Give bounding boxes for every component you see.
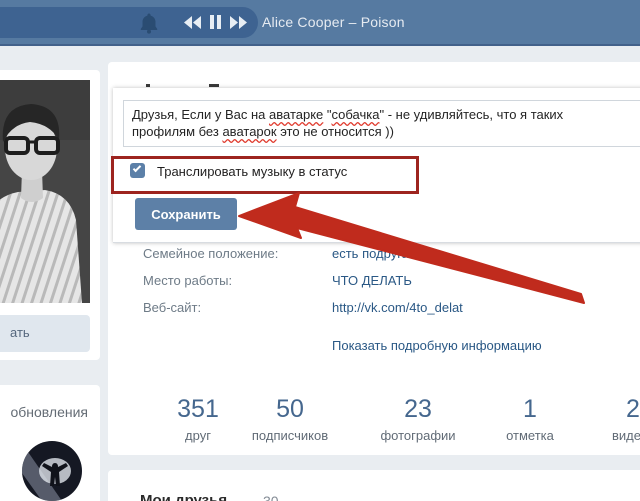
save-button[interactable]: Сохранить [135, 198, 237, 230]
status-textarea[interactable]: Друзья, Если у Вас на аватарке "собачка"… [123, 100, 640, 147]
vk-profile-page: Alice Cooper – Poison ать обновления Дру… [0, 0, 640, 501]
show-detailed-info-link[interactable]: Показать подробную информацию [332, 338, 542, 353]
annotation-highlight-box [111, 156, 419, 194]
bell-icon[interactable] [139, 12, 159, 34]
fast-forward-icon[interactable] [230, 15, 247, 29]
rewind-icon[interactable] [184, 15, 201, 29]
audio-player-controls [184, 15, 247, 29]
pause-icon[interactable] [210, 15, 221, 29]
now-playing-title[interactable]: Alice Cooper – Poison [262, 14, 405, 30]
detail-value-website[interactable]: http://vk.com/4to_delat [332, 300, 463, 315]
counter-tags[interactable]: 1 отметка [480, 395, 580, 443]
detail-label-workplace: Место работы: [143, 273, 233, 288]
update-photo-thumbnail[interactable] [22, 441, 82, 501]
counter-followers[interactable]: 50 подписчиков [230, 395, 350, 443]
sidebar-action-button[interactable]: ать [0, 315, 90, 352]
clipped-profile-name-fragment [209, 84, 219, 87]
clipped-profile-name-fragment [146, 84, 150, 87]
photo-updates-heading[interactable]: обновления [0, 404, 88, 420]
counter-photos[interactable]: 23 фотографии [358, 395, 478, 443]
detail-label-website: Веб-сайт: [143, 300, 202, 315]
friends-section-heading[interactable]: Мои друзья [140, 492, 227, 501]
friends-section-count: 30 [263, 493, 279, 501]
detail-value-relationship[interactable]: есть подруга [332, 246, 409, 261]
counter-videos[interactable]: 2 видеоз [601, 395, 640, 443]
detail-label-relationship: Семейное положение: [143, 246, 279, 261]
sidebar-action-button-label: ать [10, 325, 30, 340]
detail-value-workplace[interactable]: ЧТО ДЕЛАТЬ [332, 273, 412, 288]
top-navbar: Alice Cooper – Poison [0, 0, 640, 46]
profile-photo[interactable] [0, 80, 90, 303]
